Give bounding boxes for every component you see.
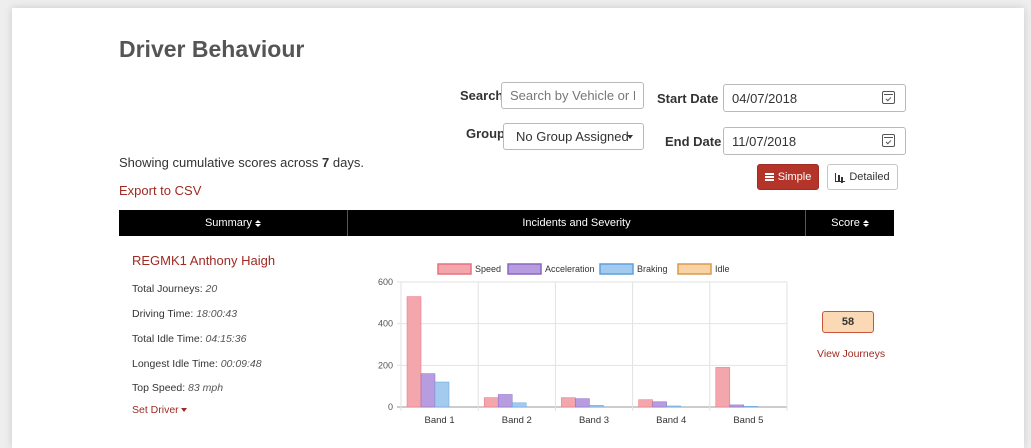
legend-label: Braking <box>637 264 668 274</box>
list-icon <box>764 173 774 181</box>
stat-driving-time: Driving Time: 18:00:43 <box>132 308 237 320</box>
stat-value: 20 <box>205 283 218 295</box>
bar-speed <box>483 397 499 408</box>
y-tick-label: 400 <box>378 319 393 329</box>
simple-view-button[interactable]: Simple <box>757 164 819 190</box>
bar-chart-icon <box>835 172 846 182</box>
bar-acceleration <box>420 373 436 408</box>
legend-swatch <box>677 263 712 275</box>
y-tick-label: 200 <box>378 360 393 370</box>
bar-speed <box>638 399 653 408</box>
score-header-label: Score <box>831 217 860 229</box>
export-csv-link[interactable]: Export to CSV <box>119 183 201 198</box>
table-header: Summary Incidents and Severity Score <box>119 210 894 236</box>
start-date-value: 04/07/2018 <box>732 90 798 106</box>
search-input[interactable]: Search by Vehicle or Driv <box>501 82 644 109</box>
x-tick-label: Band 5 <box>733 415 763 426</box>
bar-acceleration <box>652 401 667 408</box>
view-journeys-link[interactable]: View Journeys <box>817 348 885 360</box>
simple-view-label: Simple <box>777 171 812 183</box>
legend-swatch <box>599 263 634 275</box>
y-tick-label: 600 <box>378 277 393 287</box>
score-badge: 58 <box>822 311 874 333</box>
legend-label: Idle <box>715 264 730 274</box>
start-date-label: Start Date <box>657 91 719 106</box>
bar-acceleration <box>497 394 513 408</box>
incidents-column-header: Incidents and Severity <box>347 210 805 236</box>
legend-label: Speed <box>475 264 501 274</box>
legend-label: Acceleration <box>545 264 595 274</box>
bar-braking <box>666 405 681 408</box>
score-column-header[interactable]: Score <box>805 210 894 236</box>
incidents-chart: 0 200 400 600 Band 1 Band 2 Band 3 Band 4 Band 5… <box>378 263 788 426</box>
sort-icon <box>255 219 262 227</box>
end-date-field[interactable]: 11/07/2018 <box>723 127 906 155</box>
group-label: Group <box>466 126 505 141</box>
stat-total-journeys: Total Journeys: 20 <box>132 283 217 295</box>
incidents-header-label: Incidents and Severity <box>522 217 631 229</box>
search-label: Search <box>460 88 504 103</box>
stat-value: 83 mph <box>188 382 224 394</box>
stat-top-speed: Top Speed: 83 mph <box>132 382 223 394</box>
stat-total-idle-time: Total Idle Time: 04:15:36 <box>132 333 246 345</box>
x-tick-label: Band 2 <box>502 415 532 426</box>
summary-column-header[interactable]: Summary <box>119 210 347 236</box>
end-date-label: End Date <box>665 134 722 149</box>
stat-value: 00:09:48 <box>220 358 262 370</box>
stat-label: Top Speed: <box>132 382 189 394</box>
stat-label: Longest Idle Time: <box>132 358 221 370</box>
legend-swatch <box>437 263 472 275</box>
bar-braking <box>434 381 450 408</box>
bar-speed <box>715 367 731 408</box>
summary-header-label: Summary <box>204 217 253 229</box>
bar-braking <box>589 405 604 408</box>
set-driver-label: Set Driver <box>132 404 179 416</box>
detailed-view-label: Detailed <box>849 171 890 183</box>
stat-label: Driving Time: <box>132 308 197 320</box>
bar-braking <box>743 406 759 408</box>
note-suffix: days. <box>329 155 364 170</box>
sort-icon <box>862 219 869 227</box>
driver-name-link[interactable]: REGMK1 Anthony Haigh <box>132 253 275 268</box>
x-tick-label: Band 1 <box>425 415 455 426</box>
stat-longest-idle-time: Longest Idle Time: 00:09:48 <box>132 358 262 370</box>
stat-value: 04:15:36 <box>205 333 247 345</box>
bar-braking <box>511 402 527 408</box>
group-select-value: No Group Assigned <box>516 129 629 144</box>
calendar-icon[interactable] <box>882 134 895 147</box>
stat-value: 18:00:43 <box>196 308 238 320</box>
set-driver-dropdown[interactable]: Set Driver <box>132 404 187 416</box>
stat-label: Total Journeys: <box>132 283 206 295</box>
bar-speed <box>561 397 576 408</box>
group-select[interactable]: No Group Assigned <box>503 123 644 150</box>
legend-swatch <box>507 263 542 275</box>
x-tick-label: Band 3 <box>579 415 609 426</box>
start-date-field[interactable]: 04/07/2018 <box>723 84 906 112</box>
end-date-value: 11/07/2018 <box>732 133 797 149</box>
y-tick-label: 0 <box>388 402 393 412</box>
search-placeholder: Search by Vehicle or Driv <box>510 88 635 103</box>
bar-acceleration <box>729 404 745 408</box>
bar-speed <box>406 296 422 408</box>
chevron-down-icon <box>180 408 187 413</box>
cumulative-note: Showing cumulative scores across 7 days. <box>119 155 364 170</box>
stat-label: Total Idle Time: <box>132 333 206 345</box>
page-title: Driver Behaviour <box>119 36 305 62</box>
bar-acceleration <box>575 398 590 408</box>
x-tick-label: Band 4 <box>656 415 686 426</box>
chevron-down-icon <box>627 135 633 139</box>
calendar-icon[interactable] <box>882 91 895 104</box>
note-prefix: Showing cumulative scores across <box>119 155 323 170</box>
detailed-view-button[interactable]: Detailed <box>827 164 898 190</box>
